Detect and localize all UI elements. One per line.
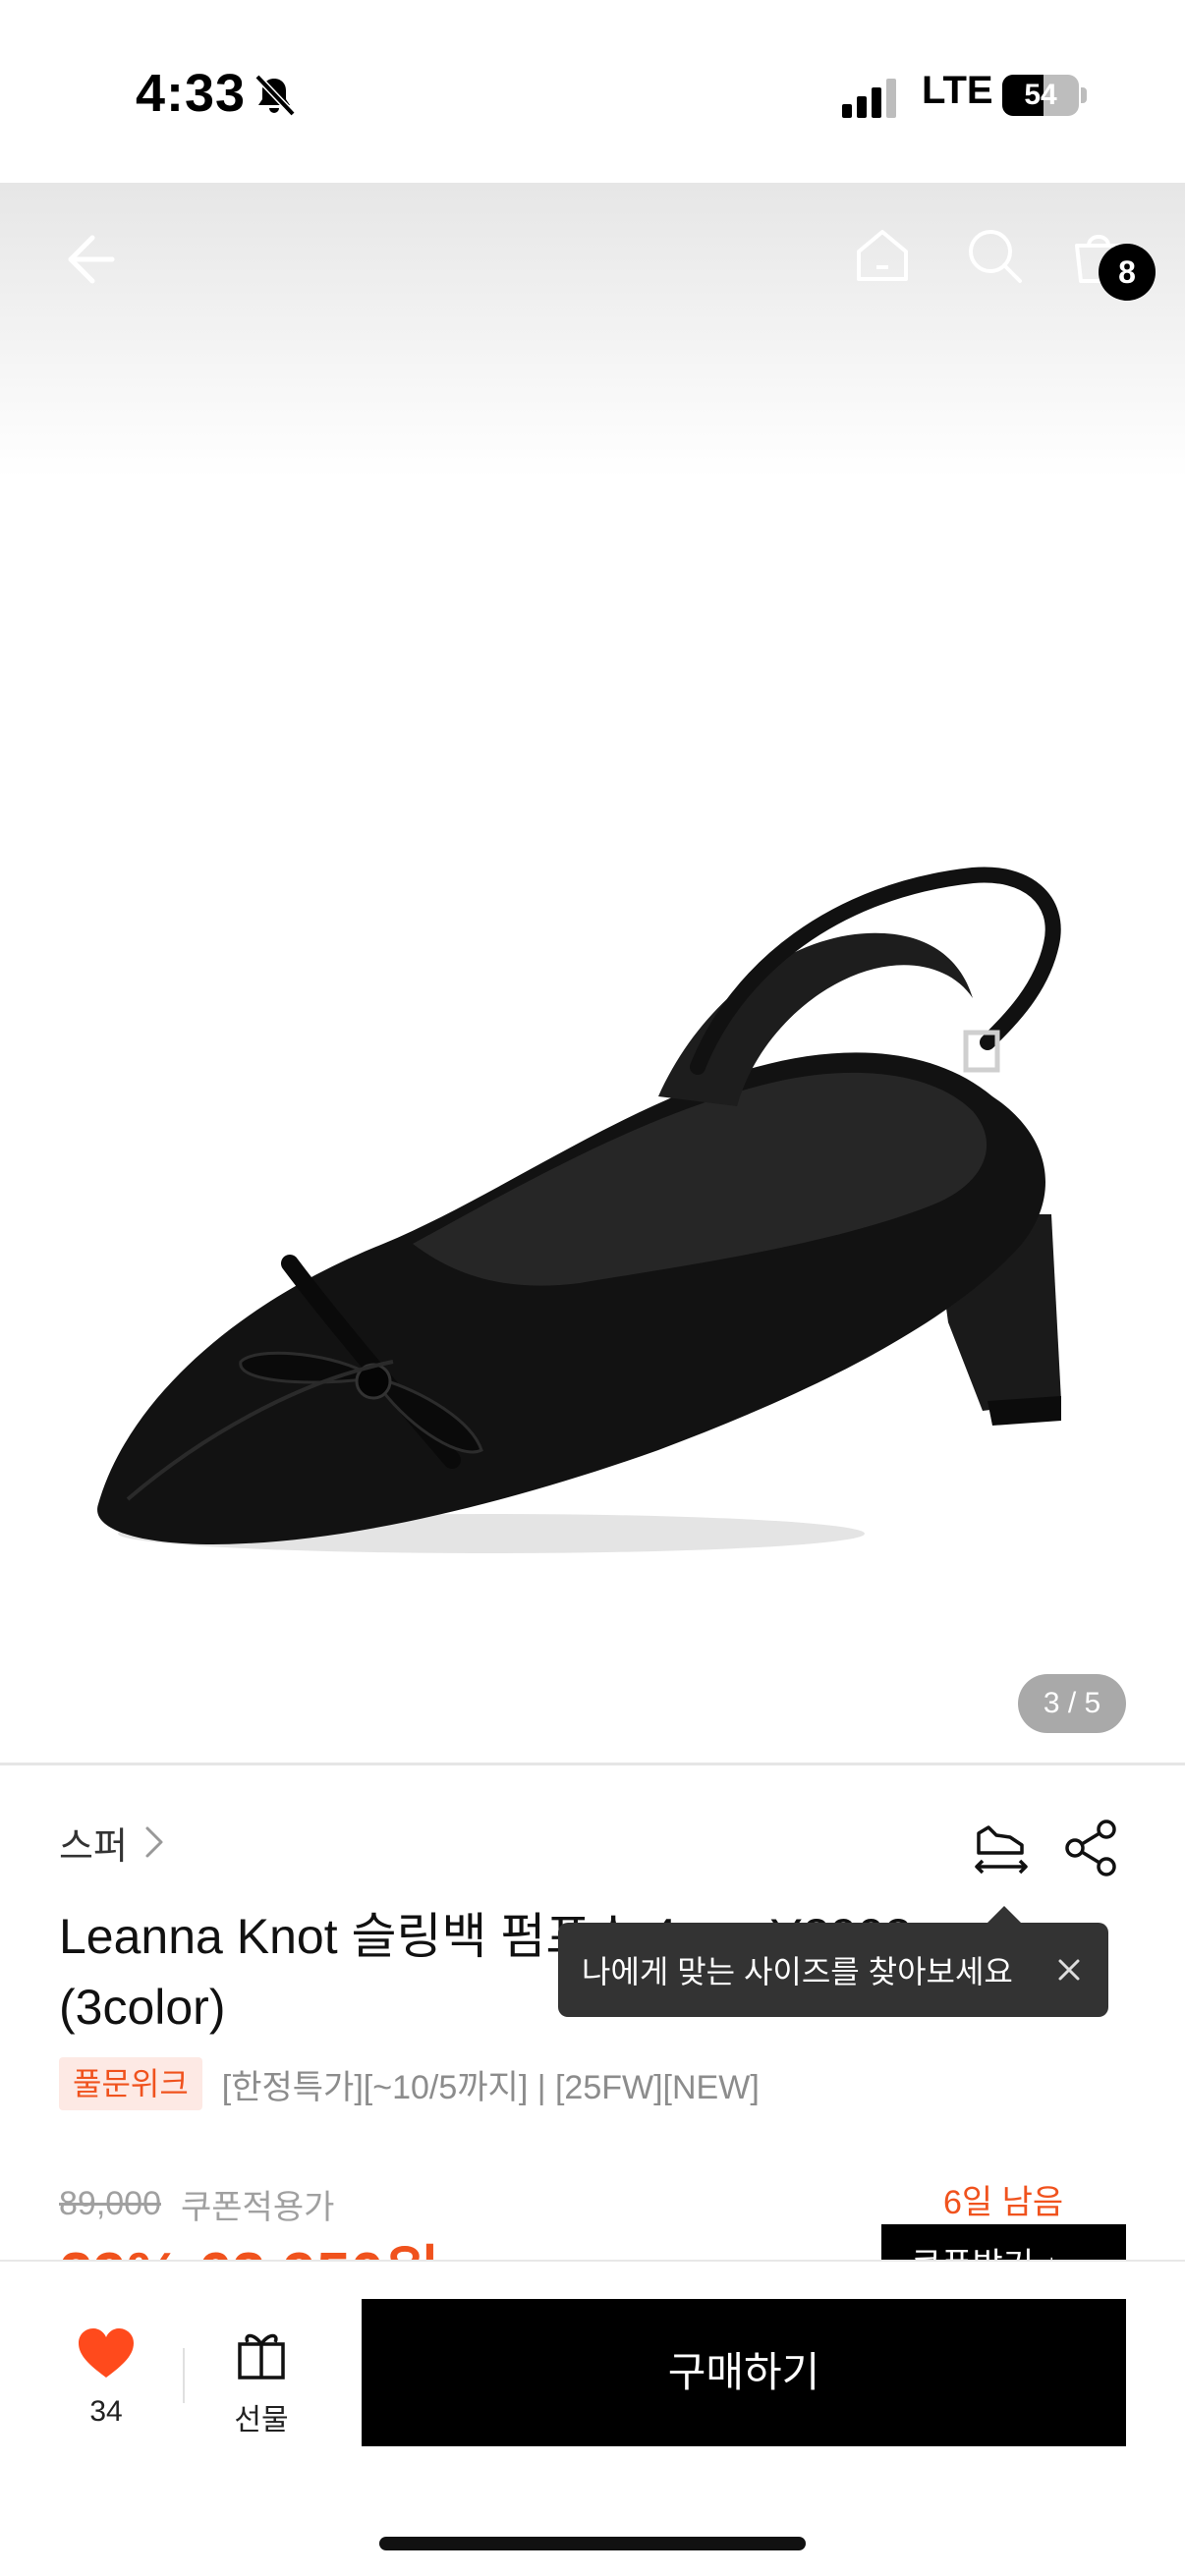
divider [183, 2348, 185, 2403]
like-button[interactable]: 34 [59, 2326, 153, 2444]
status-bar: 4:33 LTE 54 [0, 0, 1185, 183]
tooltip-text: 나에게 맞는 사이즈를 찾아보세요 [582, 1954, 1013, 1989]
divider [0, 1763, 1185, 1765]
days-left: 6일 남음 [943, 2184, 1064, 2221]
original-price: 89,000 [59, 2184, 161, 2222]
gift-icon [238, 2333, 285, 2380]
image-pager: 3 / 5 [1018, 1674, 1126, 1733]
tag-row: 풀문위크 [한정특가][~10/5까지] | [25FW][NEW] [59, 2057, 760, 2110]
chevron-right-icon [145, 1826, 163, 1858]
cart-count-badge[interactable]: 8 [1099, 244, 1156, 301]
shoe-size-icon[interactable] [971, 1818, 1032, 1878]
back-arrow-icon[interactable] [57, 228, 120, 291]
share-icon[interactable] [1061, 1818, 1122, 1878]
search-icon[interactable] [963, 224, 1026, 287]
home-icon[interactable] [851, 224, 914, 287]
product-tags: [한정특가][~10/5까지] | [25FW][NEW] [221, 2068, 760, 2106]
product-shoe-image [97, 867, 1061, 1553]
home-indicator [379, 2537, 806, 2550]
price-row: 89,000 쿠폰적용가 [59, 2179, 334, 2228]
size-finder-tooltip[interactable]: 나에게 맞는 사이즈를 찾아보세요 [558, 1923, 1108, 2017]
brand-name: 스퍼 [59, 1825, 128, 1868]
bottom-action-bar: 34 선물 구매하기 [0, 2260, 1185, 2576]
battery-percent: 54 [1024, 79, 1057, 111]
close-icon[interactable] [1051, 1952, 1087, 1988]
like-count: 34 [89, 2395, 123, 2428]
gift-button[interactable]: 선물 [214, 2326, 309, 2444]
bell-slash-icon [254, 74, 296, 117]
coupon-price-label: 쿠폰적용가 [181, 2188, 335, 2226]
heart-icon [79, 2328, 134, 2378]
sale-price: 29% 62,950원 [59, 2222, 452, 2262]
brand-link[interactable]: 스퍼 [59, 1818, 167, 1868]
buy-button[interactable]: 구매하기 [362, 2299, 1126, 2446]
battery-icon: 54 [1002, 75, 1087, 116]
top-nav: 8 [0, 183, 1185, 330]
network-label: LTE [922, 69, 993, 112]
sale-price-text: 29% 62,950원 [59, 2241, 440, 2262]
promo-tag: 풀문위크 [59, 2057, 202, 2110]
gift-label: 선물 [234, 2404, 289, 2436]
coupon-download-button[interactable]: 쿠폰받기 ↓ [881, 2224, 1126, 2264]
status-time: 4:33 [136, 64, 247, 123]
signal-icon [842, 79, 896, 118]
tooltip-arrow [987, 1906, 1022, 1924]
product-image-gallery[interactable] [0, 183, 1185, 1764]
